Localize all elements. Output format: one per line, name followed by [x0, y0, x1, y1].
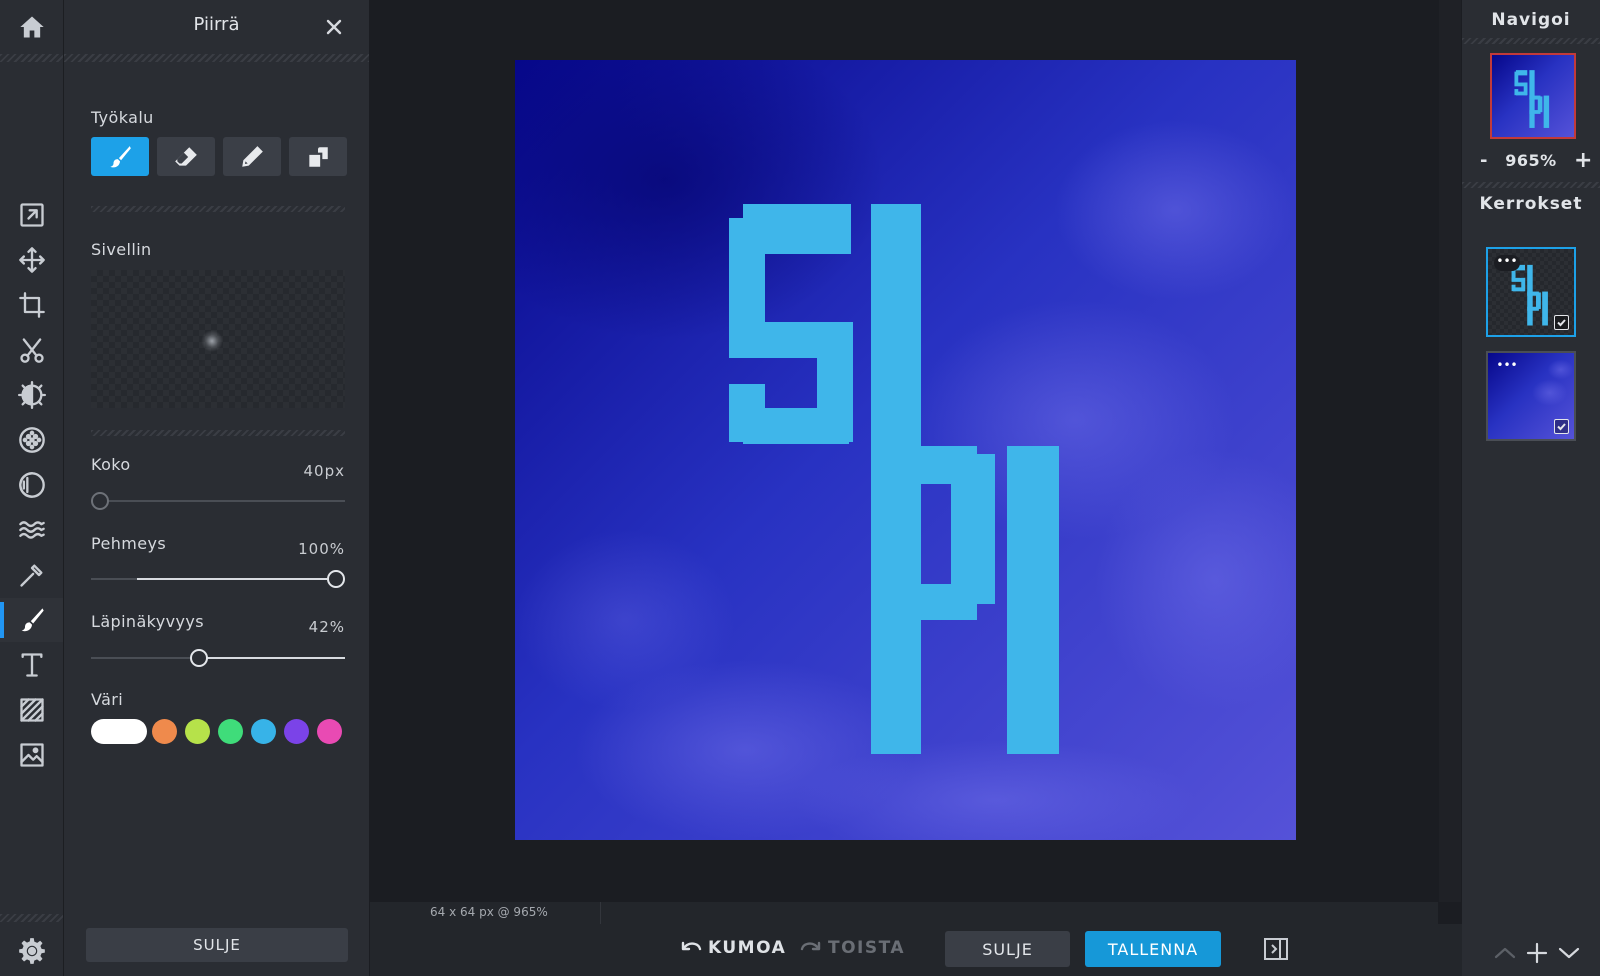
size-value: 40px — [303, 462, 345, 480]
brush-label: Sivellin — [91, 240, 152, 259]
filter-icon[interactable] — [0, 418, 63, 462]
size-label: Koko — [91, 455, 131, 474]
layers-title: Kerrokset — [1479, 194, 1583, 214]
left-toolbar — [0, 0, 64, 976]
toggle-panel-icon[interactable] — [1263, 937, 1289, 961]
panel-divider — [91, 430, 345, 436]
size-slider[interactable] — [91, 490, 345, 510]
color-swatch[interactable] — [91, 719, 147, 744]
pattern-icon[interactable] — [0, 688, 63, 732]
status-divider — [600, 902, 601, 924]
navigator-preview — [1492, 55, 1574, 137]
brush-icon — [110, 145, 131, 167]
opacity-value: 42% — [308, 618, 345, 636]
vertical-scrollbar[interactable] — [1439, 0, 1461, 902]
undo-label: KUMOA — [708, 938, 787, 958]
layer-up-icon[interactable] — [1492, 942, 1518, 964]
zoom-controls: - 965% + — [1462, 148, 1600, 173]
tool-label: Työkalu — [91, 108, 154, 127]
color-swatch[interactable] — [185, 719, 210, 744]
slider-thumb[interactable] — [327, 570, 345, 588]
navigator-thumbnail[interactable] — [1490, 53, 1576, 139]
status-bar: 64 x 64 px @ 965% — [370, 902, 1438, 924]
slider-fill — [206, 657, 345, 659]
undo-button[interactable]: KUMOA — [680, 938, 786, 958]
draw-icon[interactable] — [0, 598, 63, 642]
color-label: Väri — [91, 690, 124, 709]
eraser-icon — [175, 146, 197, 166]
cut-icon[interactable] — [0, 328, 63, 372]
brush-tool-button[interactable] — [91, 137, 149, 176]
color-swatch[interactable] — [218, 719, 243, 744]
pencil-tool-button[interactable] — [223, 137, 281, 176]
adjust-icon[interactable] — [0, 373, 63, 417]
panel-divider — [91, 206, 345, 212]
zoom-in-button[interactable]: + — [1574, 148, 1592, 173]
opacity-label: Läpinäkyvyys — [91, 612, 204, 631]
toolbar-divider — [0, 54, 63, 62]
slider-track — [91, 500, 345, 502]
canvas-image[interactable] — [515, 60, 1296, 840]
color-swatch[interactable] — [152, 719, 177, 744]
canvas-artwork — [515, 60, 1296, 840]
panel-divider — [64, 54, 369, 62]
close-icon[interactable] — [319, 12, 349, 42]
right-panel-divider — [1462, 38, 1600, 44]
right-panel-divider — [1462, 182, 1600, 188]
softness-slider[interactable] — [91, 568, 345, 588]
panel-close-button[interactable]: SULJE — [86, 928, 348, 962]
canvas-letter-s — [729, 204, 853, 444]
export-icon[interactable] — [0, 193, 63, 237]
brush-preview-dot — [201, 330, 223, 352]
layer-text[interactable]: ••• — [1486, 247, 1576, 337]
home-icon[interactable] — [0, 5, 63, 49]
color-swatch[interactable] — [284, 719, 309, 744]
save-button[interactable]: TALLENNA — [1085, 931, 1221, 967]
settings-icon[interactable] — [0, 929, 63, 973]
toolbar-divider — [0, 914, 63, 922]
crop-icon[interactable] — [0, 283, 63, 327]
image-icon[interactable] — [0, 733, 63, 777]
slider-thumb[interactable] — [190, 649, 208, 667]
move-icon[interactable] — [0, 238, 63, 282]
close-button[interactable]: SULJE — [945, 931, 1070, 967]
slider-thumb[interactable] — [91, 492, 109, 510]
text-icon[interactable] — [0, 643, 63, 687]
redo-icon — [800, 941, 821, 951]
slider-fill — [137, 578, 327, 580]
layer-menu-button[interactable]: ••• — [1494, 359, 1520, 375]
bottom-bar: KUMOA TOISTA SULJE TALLENNA — [370, 924, 1462, 976]
color-swatch[interactable] — [317, 719, 342, 744]
redo-label: TOISTA — [828, 938, 906, 958]
draw-panel: Piirrä Työkalu Sivellin Koko 40px Pehmey… — [64, 0, 369, 976]
effect-icon[interactable] — [0, 463, 63, 507]
softness-label: Pehmeys — [91, 534, 167, 553]
redo-button[interactable]: TOISTA — [800, 938, 905, 958]
right-panel: Navigoi - 965% + Kerrokset ••• ••• — [1462, 0, 1600, 976]
softness-value: 100% — [298, 540, 345, 558]
fill-tool-button[interactable] — [289, 137, 347, 176]
layer-background[interactable]: ••• — [1486, 351, 1576, 441]
layer-menu-button[interactable]: ••• — [1494, 255, 1520, 271]
color-swatch[interactable] — [251, 719, 276, 744]
liquify-icon[interactable] — [0, 508, 63, 552]
eraser-tool-button[interactable] — [157, 137, 215, 176]
retouch-icon[interactable] — [0, 553, 63, 597]
canvas-status: 64 x 64 px @ 965% — [430, 905, 548, 919]
layer-down-icon[interactable] — [1556, 942, 1582, 964]
opacity-slider[interactable] — [91, 647, 345, 667]
fill-bucket-icon — [309, 146, 328, 167]
pencil-icon — [242, 145, 263, 167]
undo-icon — [681, 941, 702, 951]
navigate-title: Navigoi — [1491, 10, 1571, 30]
canvas-letter-i — [1007, 446, 1059, 754]
layer-visibility-checkbox[interactable] — [1554, 315, 1569, 330]
add-layer-icon[interactable] — [1524, 942, 1550, 964]
layer-visibility-checkbox[interactable] — [1554, 419, 1569, 434]
